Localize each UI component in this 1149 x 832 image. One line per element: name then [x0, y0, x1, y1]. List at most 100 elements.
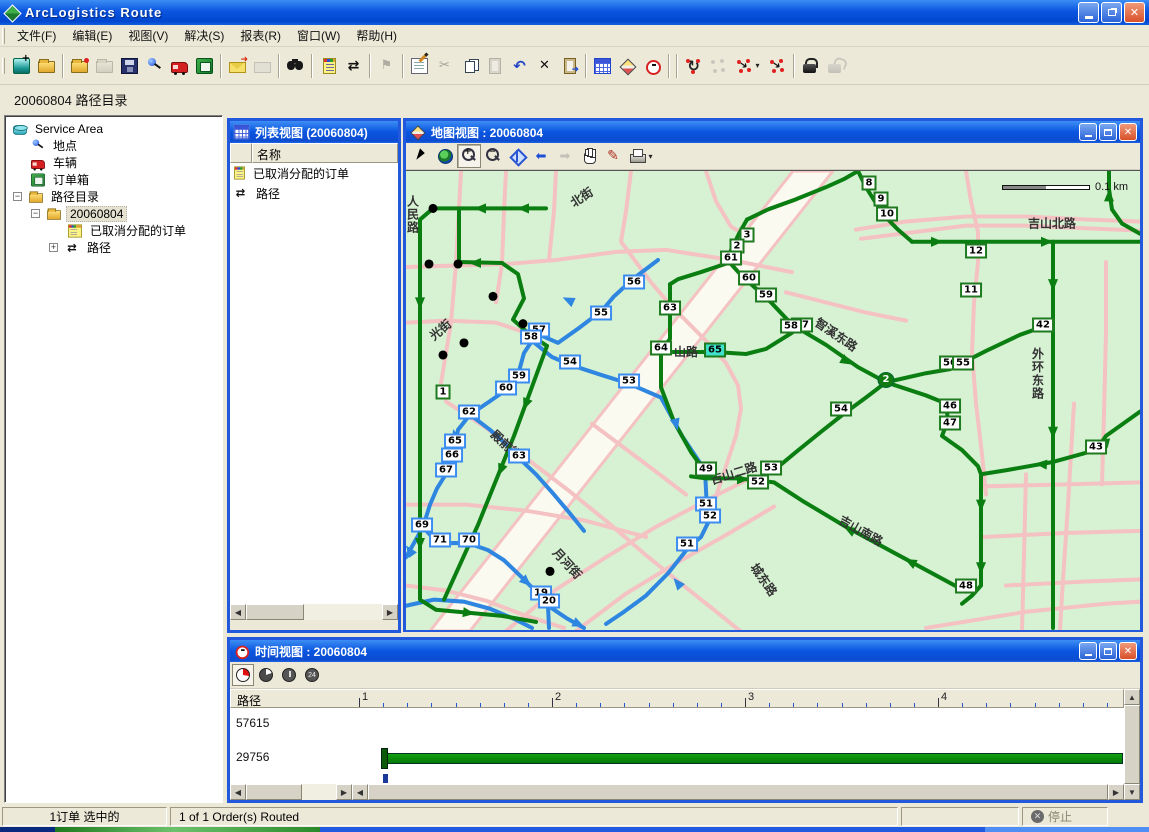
stop-marker-55[interactable]: 55 [952, 356, 974, 371]
route-column-header[interactable]: 路径 [231, 690, 267, 707]
new-vehicle-button[interactable] [167, 53, 192, 79]
assign-orders-button[interactable]: ▾ [731, 53, 765, 79]
stop-marker-53[interactable]: 53 [760, 461, 782, 476]
new-location-button[interactable] [142, 53, 167, 79]
menu-item-1[interactable]: 编辑(E) [64, 24, 120, 47]
zoom-in-tool[interactable] [457, 144, 481, 168]
time-scale-hour-button[interactable] [278, 664, 300, 686]
full-extent-tool[interactable] [433, 144, 457, 168]
stop-marker-8[interactable]: 8 [862, 176, 877, 191]
new-order-button[interactable] [192, 53, 217, 79]
stop-marker-65[interactable]: 65 [704, 343, 726, 358]
menu-item-2[interactable]: 视图(V) [120, 24, 176, 47]
stop-marker-48[interactable]: 48 [955, 579, 977, 594]
stop-marker-1[interactable]: 1 [436, 385, 451, 400]
map-view-button[interactable] [615, 53, 640, 79]
new-folder-button[interactable] [67, 53, 92, 79]
list-item[interactable]: 路径 [230, 183, 398, 203]
stop-marker-43[interactable]: 43 [1085, 440, 1107, 455]
back-extent-tool[interactable] [529, 144, 553, 168]
stop-marker-65[interactable]: 65 [444, 434, 466, 449]
scroll-left-button[interactable]: ◀ [352, 784, 368, 800]
stop-marker-10[interactable]: 10 [876, 207, 898, 222]
stop-marker-70[interactable]: 70 [458, 533, 480, 548]
stop-marker-46[interactable]: 46 [939, 399, 961, 414]
route-row-label[interactable]: 29756 [236, 750, 269, 764]
stop-marker-49[interactable]: 49 [695, 462, 717, 477]
stop-marker-58[interactable]: 58 [780, 319, 802, 334]
import-orders-button[interactable] [225, 53, 250, 79]
menu-item-6[interactable]: 帮助(H) [348, 24, 405, 47]
stop-marker-54[interactable]: 54 [830, 402, 852, 417]
dropdown-caret[interactable]: ▾ [648, 152, 652, 161]
scroll-right-button[interactable]: ▶ [382, 604, 398, 620]
stop-marker-20[interactable]: 20 [538, 594, 560, 609]
stop-marker-47[interactable]: 47 [939, 416, 961, 431]
open-archive-button[interactable] [34, 53, 59, 79]
scroll-left-button[interactable]: ◀ [230, 784, 246, 800]
stop-marker-63[interactable]: 63 [508, 449, 530, 464]
tree-item-已取消分配的订单[interactable]: 已取消分配的订单 [7, 222, 222, 239]
stop-marker-12[interactable]: 12 [965, 244, 987, 259]
measure-tool[interactable] [601, 144, 625, 168]
new-archive-button[interactable] [9, 53, 34, 79]
time-scale-half-button[interactable] [255, 664, 277, 686]
map-canvas[interactable]: 北街人民路光街吉山北路外环东路智溪东路山路吉山二路吉山南路城东路月河街殿前街 0… [406, 170, 1140, 630]
tree-item-service-area[interactable]: Service Area [7, 120, 222, 137]
map-minimize-button[interactable] [1079, 123, 1097, 141]
scroll-right-button[interactable]: ▶ [336, 784, 352, 800]
stop-marker-60[interactable]: 60 [738, 271, 760, 286]
stop-marker-52[interactable]: 52 [747, 475, 769, 490]
tree-item-路径目录[interactable]: −路径目录 [7, 188, 222, 205]
minimize-button[interactable] [1078, 2, 1099, 23]
zoom-out-tool[interactable] [481, 144, 505, 168]
expand-toggle[interactable]: + [49, 243, 58, 252]
time-maximize-button[interactable] [1099, 642, 1117, 660]
stop-marker-66[interactable]: 66 [441, 448, 463, 463]
menu-item-3[interactable]: 解决(S) [176, 24, 232, 47]
solve-button[interactable] [681, 53, 706, 79]
tree-item-20060804[interactable]: −20060804 [7, 205, 222, 222]
stop-marker-11[interactable]: 11 [960, 283, 982, 298]
dropdown-caret[interactable]: ▾ [755, 61, 759, 70]
stop-marker-59[interactable]: 59 [755, 288, 777, 303]
pan-tool[interactable] [577, 144, 601, 168]
time-scale-24h-button[interactable] [301, 664, 323, 686]
unassign-orders-button[interactable] [765, 53, 790, 79]
route-time-bar[interactable] [383, 753, 1123, 764]
list-view-hscrollbar[interactable]: ◀ ▶ [230, 604, 398, 620]
collapse-toggle[interactable]: − [13, 192, 22, 201]
route-column-hscrollbar[interactable]: ◀ ▶ [230, 784, 352, 800]
stop-marker-9[interactable]: 9 [874, 192, 889, 207]
find-button[interactable] [283, 53, 308, 79]
properties-button[interactable] [407, 53, 432, 79]
save-button[interactable] [117, 53, 142, 79]
list-view-button[interactable] [590, 53, 615, 79]
menu-item-0[interactable]: 文件(F) [9, 24, 64, 47]
scroll-left-button[interactable]: ◀ [230, 604, 246, 620]
time-view-vscrollbar[interactable]: ▲ ▼ [1124, 689, 1140, 800]
map-maximize-button[interactable] [1099, 123, 1117, 141]
print-tool[interactable]: ▾ [625, 144, 657, 168]
zoom-selected-tool[interactable] [505, 144, 529, 168]
stop-marker-2[interactable]: 2 [878, 372, 895, 388]
stop-marker-69[interactable]: 69 [411, 518, 433, 533]
stop-marker-52[interactable]: 52 [699, 509, 721, 524]
menu-item-5[interactable]: 窗口(W) [289, 24, 348, 47]
paste-special-button[interactable] [557, 53, 582, 79]
undo-button[interactable] [507, 53, 532, 79]
stop-marker-60[interactable]: 60 [495, 381, 517, 396]
scroll-right-button[interactable]: ▶ [1108, 784, 1124, 800]
stop-marker-62[interactable]: 62 [458, 405, 480, 420]
routes-button[interactable] [341, 53, 366, 79]
list-view-titlebar[interactable]: 列表视图 (20060804) [230, 121, 398, 143]
time-view-button[interactable] [640, 53, 665, 79]
stop-marker-55[interactable]: 55 [590, 306, 612, 321]
stop-marker-53[interactable]: 53 [618, 374, 640, 389]
tree-item-地点[interactable]: 地点 [7, 137, 222, 154]
stop-marker-54[interactable]: 54 [559, 355, 581, 370]
time-view-titlebar[interactable]: 时间视图 : 20060804 ✕ [230, 640, 1140, 662]
tree-item-车辆[interactable]: 车辆 [7, 154, 222, 171]
time-minimize-button[interactable] [1079, 642, 1097, 660]
time-close-button[interactable]: ✕ [1119, 642, 1137, 660]
